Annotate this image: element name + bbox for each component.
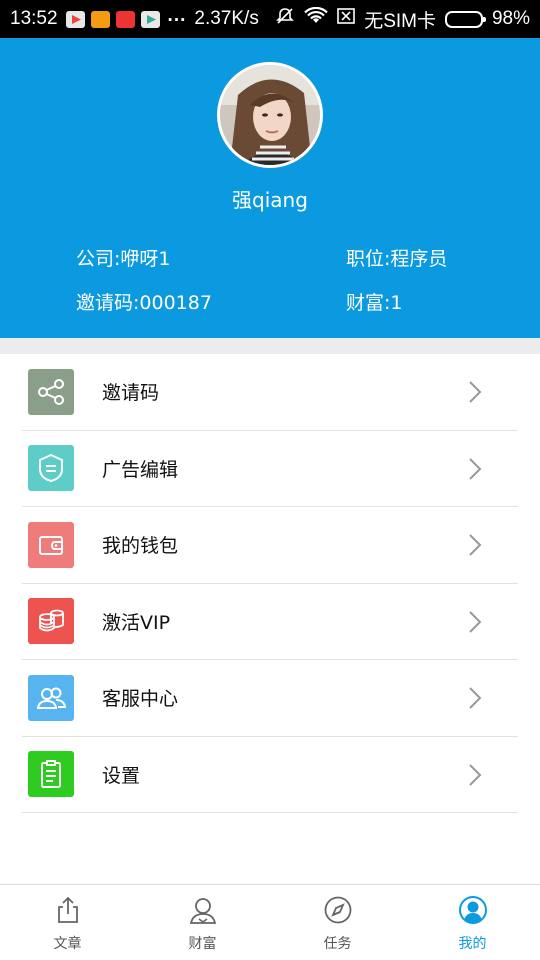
network-speed: 2.37K/s bbox=[194, 8, 259, 29]
tab-label: 文章 bbox=[53, 936, 82, 952]
tab-label: 我的 bbox=[458, 936, 487, 952]
username: 强qiang bbox=[232, 188, 308, 212]
chevron-right-icon bbox=[468, 533, 482, 561]
avatar[interactable] bbox=[217, 62, 323, 168]
sim-status: 无SIM卡 bbox=[364, 10, 436, 32]
tab-label: 任务 bbox=[323, 936, 352, 952]
profile-header: 强qiang 公司:咿呀1 职位:程序员 邀请码:000187 财富:1 bbox=[0, 38, 540, 338]
chevron-right-icon bbox=[468, 610, 482, 638]
chevron-right-icon bbox=[468, 380, 482, 408]
section-divider bbox=[0, 338, 540, 354]
no-sim-icon bbox=[337, 8, 355, 30]
profile-icon bbox=[458, 895, 488, 929]
toutiao-icon bbox=[115, 10, 135, 28]
share-icon bbox=[28, 368, 74, 415]
people-icon bbox=[28, 674, 74, 721]
wifi-icon bbox=[304, 6, 328, 31]
share-up-icon bbox=[53, 895, 83, 929]
menu-list: 邀请码 广告编辑 我的钱包 激活VIP 客服中心 设置 bbox=[22, 354, 518, 813]
menu-item-label: 我的钱包 bbox=[102, 535, 179, 558]
invite-code-info: 邀请码:000187 bbox=[76, 292, 212, 314]
menu-item-label: 设置 bbox=[102, 764, 141, 787]
battery-percent: 98% bbox=[491, 8, 530, 29]
menu-item-settings[interactable]: 设置 bbox=[22, 737, 518, 813]
status-time: 13:52 bbox=[10, 8, 58, 29]
menu-item-ad-edit[interactable]: 广告编辑 bbox=[22, 431, 518, 507]
status-bar: 13:52 ... 2.37K/s 无SIM卡 98% bbox=[0, 0, 540, 38]
menu-item-label: 广告编辑 bbox=[102, 458, 179, 481]
position-info: 职位:程序员 bbox=[346, 248, 448, 270]
tab-label: 财富 bbox=[188, 936, 217, 952]
chevron-right-icon bbox=[468, 763, 482, 791]
mute-icon bbox=[275, 6, 295, 32]
chevron-right-icon bbox=[468, 686, 482, 714]
menu-item-customer-service[interactable]: 客服中心 bbox=[22, 660, 518, 737]
menu-item-label: 激活VIP bbox=[102, 611, 171, 634]
compass-icon bbox=[323, 895, 353, 929]
menu-item-activate-vip[interactable]: 激活VIP bbox=[22, 584, 518, 660]
badge-icon bbox=[28, 445, 74, 492]
chevron-right-icon bbox=[468, 457, 482, 485]
bottom-tab-bar: 文章 财富 任务 我的 bbox=[0, 884, 540, 960]
tab-wealth[interactable]: 财富 bbox=[135, 885, 270, 960]
menu-item-wallet[interactable]: 我的钱包 bbox=[22, 507, 518, 584]
wealth-info: 财富:1 bbox=[346, 292, 403, 314]
menu-item-invite-code[interactable]: 邀请码 bbox=[22, 354, 518, 431]
more-notifications: ... bbox=[167, 5, 187, 26]
menu-item-label: 客服中心 bbox=[102, 688, 179, 711]
tab-articles[interactable]: 文章 bbox=[0, 885, 135, 960]
company-info: 公司:咿呀1 bbox=[76, 248, 171, 270]
menu-item-label: 邀请码 bbox=[102, 382, 160, 405]
play-app-icon bbox=[140, 10, 160, 28]
tab-tasks[interactable]: 任务 bbox=[270, 885, 405, 960]
uc-browser-icon bbox=[90, 10, 110, 28]
tab-mine[interactable]: 我的 bbox=[405, 885, 540, 960]
wallet-icon bbox=[28, 521, 74, 568]
clipboard-icon bbox=[28, 751, 74, 798]
coins-icon bbox=[28, 598, 74, 645]
battery-icon bbox=[444, 10, 486, 28]
video-app-icon bbox=[65, 10, 85, 28]
user-outline-icon bbox=[188, 895, 218, 929]
